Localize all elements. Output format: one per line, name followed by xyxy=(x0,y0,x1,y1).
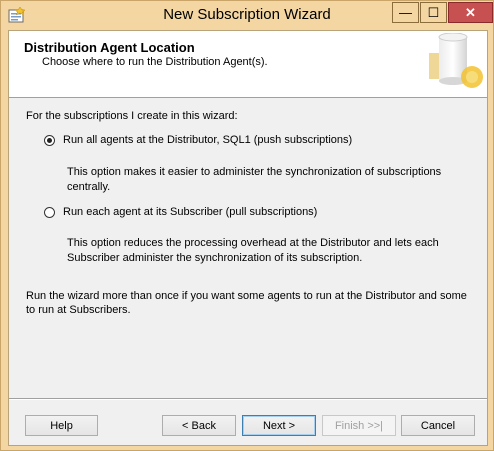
minimize-icon: — xyxy=(399,5,412,20)
wizard-header: Distribution Agent Location Choose where… xyxy=(9,31,487,98)
cancel-button[interactable]: Cancel xyxy=(401,415,475,436)
pull-radio-button[interactable] xyxy=(44,206,55,218)
wizard-window: New Subscription Wizard — ☐ ✕ Distributi… xyxy=(0,0,494,451)
back-button[interactable]: < Back xyxy=(162,415,236,436)
button-separator xyxy=(9,398,487,400)
pull-option-label[interactable]: Run each agent at its Subscriber (pull s… xyxy=(63,206,317,218)
maximize-button[interactable]: ☐ xyxy=(420,2,447,23)
finish-button[interactable]: Finish >>| xyxy=(322,415,396,436)
page-title: Distribution Agent Location xyxy=(24,40,195,55)
pull-option-description: This option reduces the processing overh… xyxy=(67,237,439,264)
database-header-icon xyxy=(429,33,483,88)
pull-subscriptions-option[interactable]: Run each agent at its Subscriber (pull s… xyxy=(44,206,317,218)
maximize-icon: ☐ xyxy=(427,4,440,20)
title-bar[interactable]: New Subscription Wizard — ☐ ✕ xyxy=(1,1,493,30)
minimize-button[interactable]: — xyxy=(392,2,419,23)
push-radio-button[interactable] xyxy=(44,134,55,146)
help-button[interactable]: Help xyxy=(25,415,98,436)
next-button[interactable]: Next > xyxy=(242,415,316,436)
wizard-client-area: Distribution Agent Location Choose where… xyxy=(8,30,488,446)
push-option-description: This option makes it easier to administe… xyxy=(67,166,442,193)
wizard-note: Run the wizard more than once if you wan… xyxy=(26,290,467,316)
intro-text: For the subscriptions I create in this w… xyxy=(26,110,238,122)
close-icon: ✕ xyxy=(465,4,476,20)
page-subtitle: Choose where to run the Distribution Age… xyxy=(42,56,268,68)
push-subscriptions-option[interactable]: Run all agents at the Distributor, SQL1 … xyxy=(44,134,352,146)
close-button[interactable]: ✕ xyxy=(448,2,493,23)
push-option-label[interactable]: Run all agents at the Distributor, SQL1 … xyxy=(63,134,352,146)
